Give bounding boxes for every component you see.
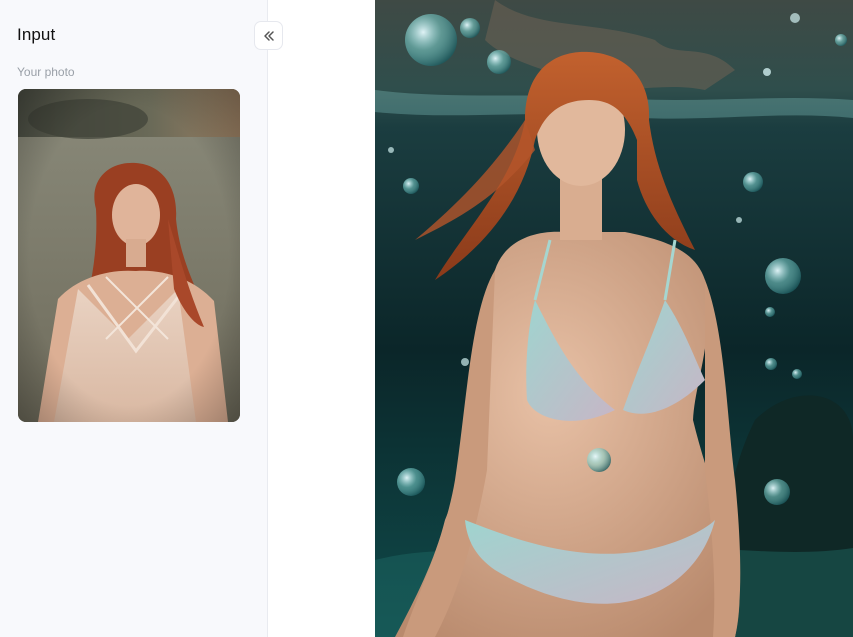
double-chevron-left-icon — [262, 29, 276, 43]
panel-title: Input — [17, 25, 56, 44]
collapse-sidebar-button[interactable] — [254, 21, 283, 50]
input-photo-thumbnail[interactable] — [18, 89, 240, 422]
result-image — [375, 0, 853, 637]
input-sidebar: Input Your photo — [0, 0, 283, 637]
generated-result-image[interactable] — [375, 0, 853, 637]
your-photo-label: Your photo — [17, 65, 75, 79]
input-photo-image — [18, 89, 240, 422]
app-window: Input Your photo — [0, 0, 853, 637]
